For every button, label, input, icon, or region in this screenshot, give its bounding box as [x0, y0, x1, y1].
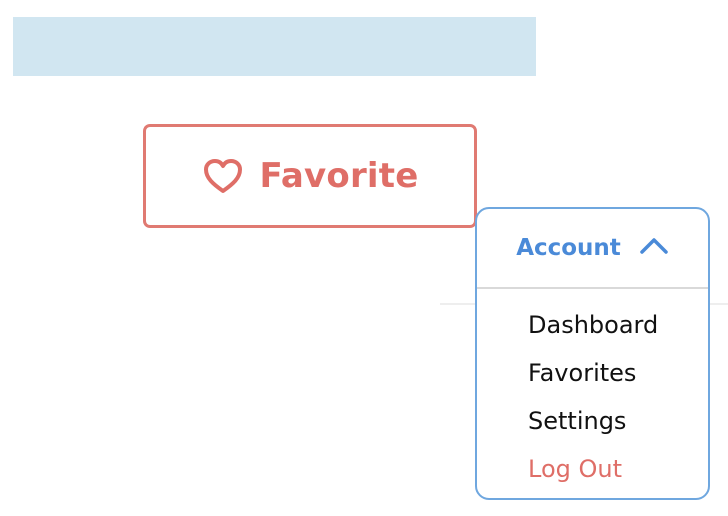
menu-item-settings[interactable]: Settings: [477, 397, 708, 445]
favorite-button[interactable]: Favorite: [143, 124, 477, 228]
menu-item-log-out[interactable]: Log Out: [477, 445, 708, 493]
account-toggle[interactable]: Account: [477, 209, 708, 287]
menu-item-dashboard[interactable]: Dashboard: [477, 301, 708, 349]
top-banner: [13, 17, 536, 76]
account-label: Account: [516, 234, 621, 261]
account-menu-list: Dashboard Favorites Settings Log Out: [477, 289, 708, 493]
menu-item-favorites[interactable]: Favorites: [477, 349, 708, 397]
page-root: Favorite Account Dashboard Favorites Set…: [0, 0, 728, 516]
account-dropdown[interactable]: Account Dashboard Favorites Settings Log…: [475, 207, 710, 500]
heart-icon: [201, 156, 245, 196]
favorite-button-label: Favorite: [259, 156, 419, 196]
chevron-up-icon: [639, 237, 669, 259]
